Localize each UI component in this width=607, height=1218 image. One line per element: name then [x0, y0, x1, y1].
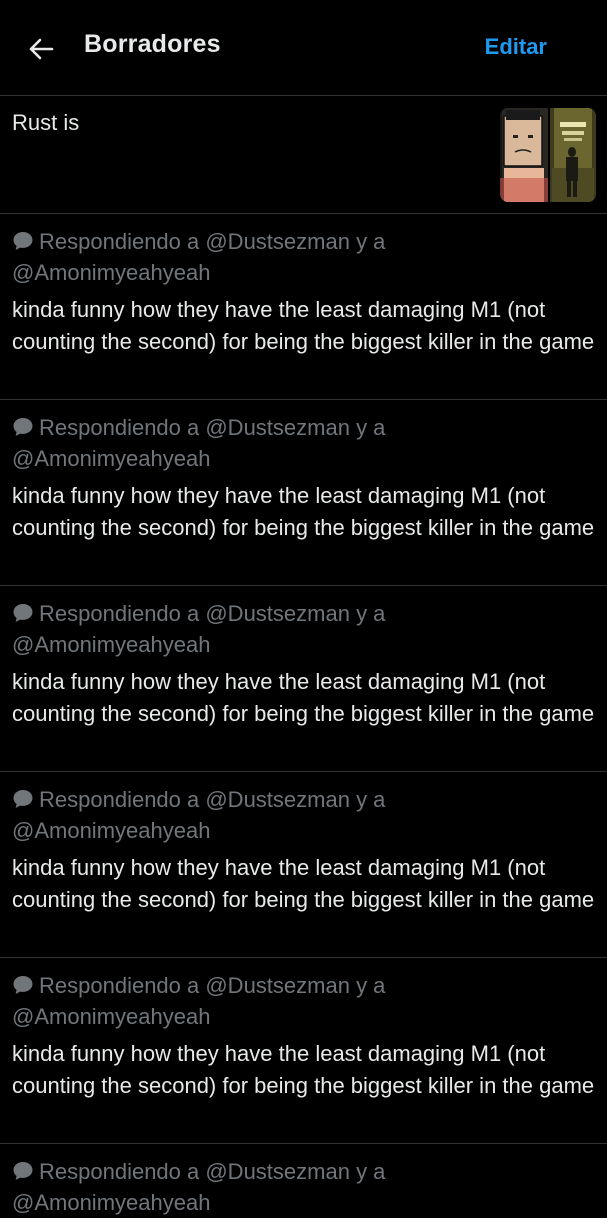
reply-handle-text: @Amonimyeahyeah: [12, 260, 211, 285]
reply-handle-text: @Amonimyeahyeah: [12, 818, 211, 843]
reply-context: Respondiendo a @Dustsezman y a @Amonimye…: [12, 412, 452, 474]
reply-handle-text: @Amonimyeahyeah: [12, 446, 211, 471]
reply-prefix-text: Respondiendo a @Dustsezman y a: [39, 601, 386, 626]
draft-text: Rust is: [12, 110, 80, 135]
reply-context: Respondiendo a @Dustsezman y a @Amonimye…: [12, 598, 452, 660]
draft-text: kinda funny how they have the least dama…: [12, 297, 595, 354]
reply-prefix-text: Respondiendo a @Dustsezman y a: [39, 1159, 386, 1184]
reply-context: Respondiendo a @Dustsezman y a @Amonimye…: [12, 784, 452, 846]
draft-item[interactable]: Respondiendo a @Dustsezman y a @Amonimye…: [0, 1144, 607, 1215]
reply-context: Respondiendo a @Dustsezman y a @Amonimye…: [12, 226, 452, 288]
draft-item[interactable]: Respondiendo a @Dustsezman y a @Amonimye…: [0, 400, 607, 586]
speech-bubble-icon: [13, 790, 33, 808]
reply-handle-text: @Amonimyeahyeah: [12, 1004, 211, 1029]
draft-text: kinda funny how they have the least dama…: [12, 1041, 595, 1098]
draft-item[interactable]: Rust is: [0, 96, 607, 214]
reply-handle-text: @Amonimyeahyeah: [12, 1190, 211, 1215]
back-button[interactable]: [26, 34, 56, 64]
top-bar: Borradores Editar: [0, 0, 607, 96]
media-image: [500, 108, 596, 202]
reply-context: Respondiendo a @Dustsezman y a @Amonimye…: [12, 1156, 452, 1218]
reply-context: Respondiendo a @Dustsezman y a @Amonimye…: [12, 970, 452, 1032]
edit-button[interactable]: Editar: [485, 34, 547, 60]
speech-bubble-icon: [13, 604, 33, 622]
reply-prefix-text: Respondiendo a @Dustsezman y a: [39, 229, 386, 254]
draft-text: kinda funny how they have the least dama…: [12, 483, 595, 540]
arrow-left-icon: [29, 38, 54, 60]
draft-media-thumbnail[interactable]: [500, 108, 596, 202]
reply-handle-text: @Amonimyeahyeah: [12, 632, 211, 657]
draft-item[interactable]: Respondiendo a @Dustsezman y a @Amonimye…: [0, 772, 607, 958]
draft-text: kinda funny how they have the least dama…: [12, 855, 595, 912]
speech-bubble-icon: [13, 232, 33, 250]
draft-text: kinda funny how they have the least dama…: [12, 669, 595, 726]
page-title: Borradores: [84, 30, 221, 58]
draft-item[interactable]: Respondiendo a @Dustsezman y a @Amonimye…: [0, 214, 607, 400]
speech-bubble-icon: [13, 418, 33, 436]
reply-prefix-text: Respondiendo a @Dustsezman y a: [39, 973, 386, 998]
draft-item[interactable]: Respondiendo a @Dustsezman y a @Amonimye…: [0, 586, 607, 772]
draft-item[interactable]: Respondiendo a @Dustsezman y a @Amonimye…: [0, 958, 607, 1144]
speech-bubble-icon: [13, 976, 33, 994]
reply-prefix-text: Respondiendo a @Dustsezman y a: [39, 787, 386, 812]
speech-bubble-icon: [13, 1162, 33, 1180]
reply-prefix-text: Respondiendo a @Dustsezman y a: [39, 415, 386, 440]
